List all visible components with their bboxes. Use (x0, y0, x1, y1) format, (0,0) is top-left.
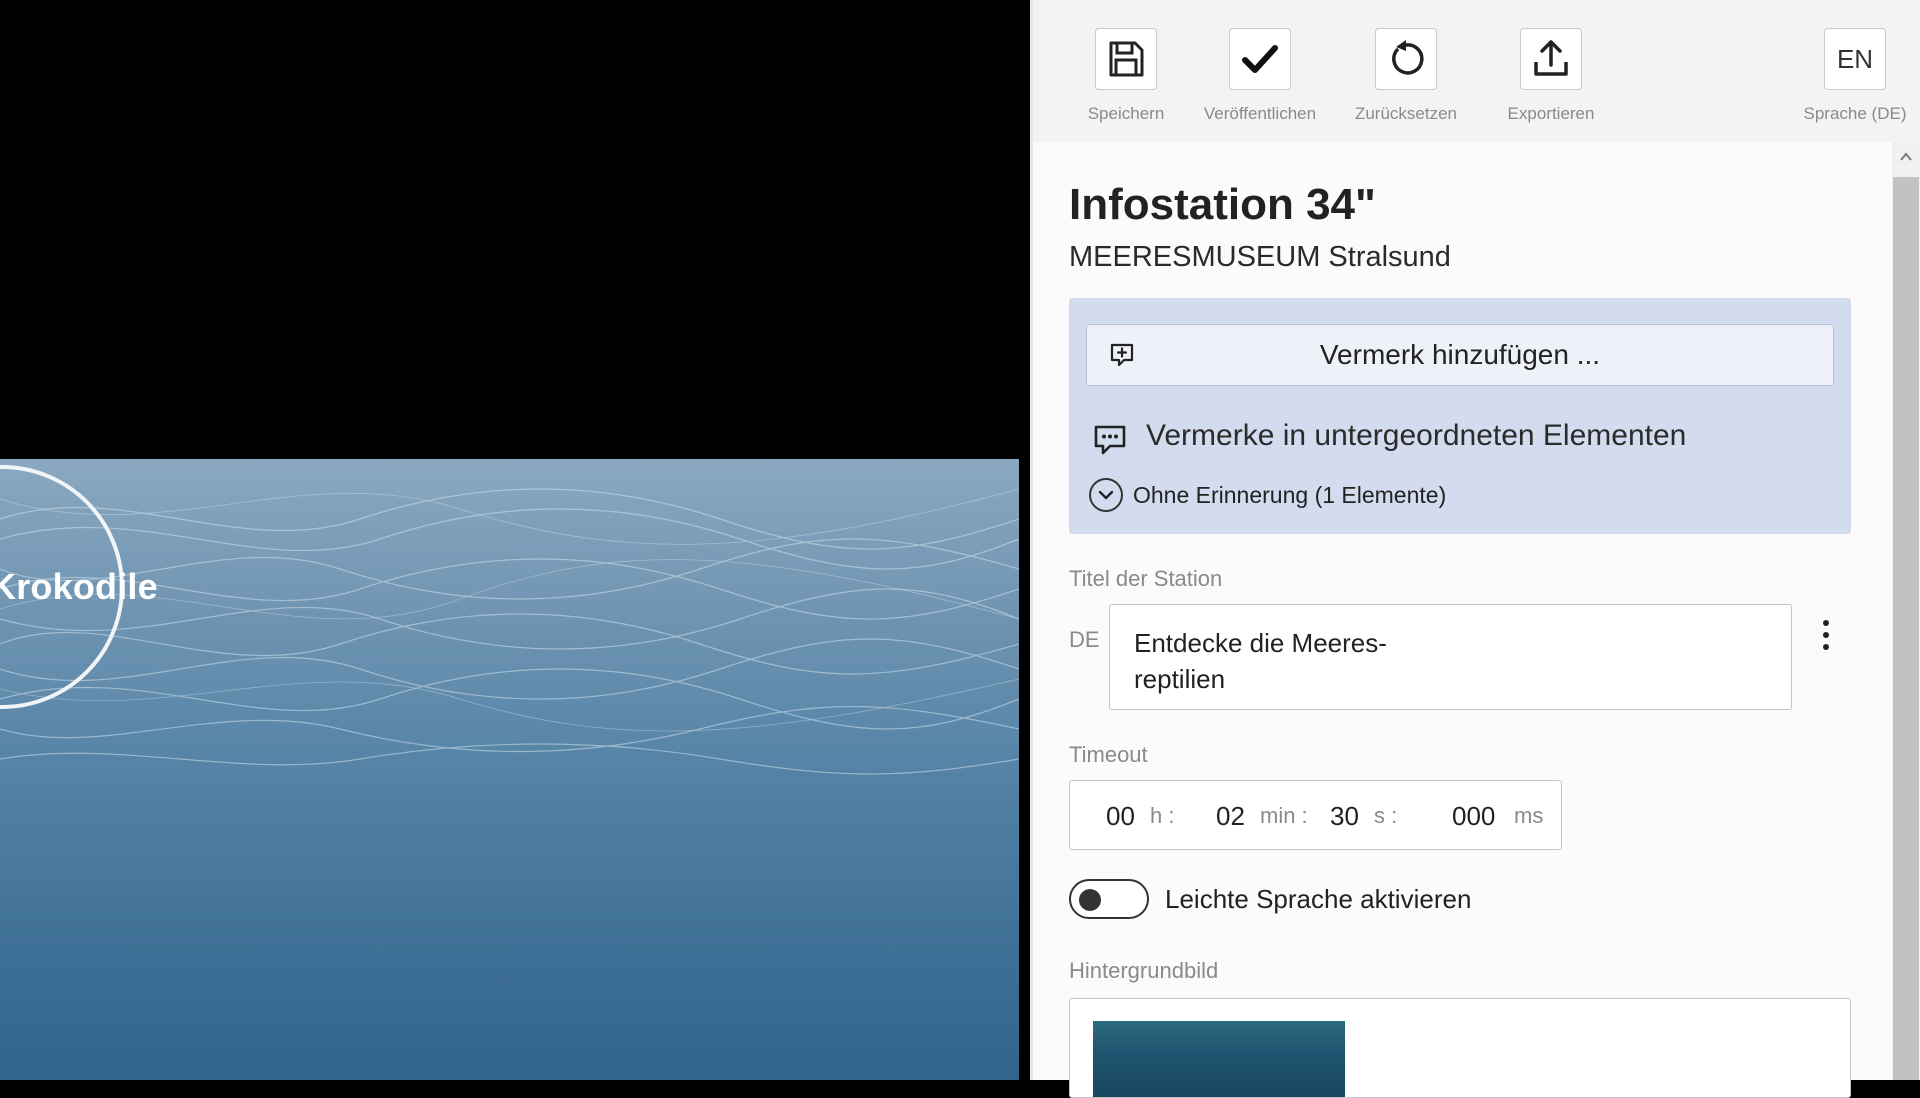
wave-pattern (0, 488, 1019, 775)
no-reminder-group-label[interactable]: Ohne Erinnerung (1 Elemente) (1133, 482, 1446, 509)
save-label: Speichern (1087, 104, 1165, 123)
background-image-field[interactable] (1069, 998, 1851, 1098)
station-title-line-2: reptilien (1134, 664, 1226, 694)
add-note-label: Vermerk hinzufügen ... (1319, 339, 1601, 370)
preview-area: Krokodile (0, 0, 1030, 1080)
language-button[interactable]: EN (1824, 28, 1886, 90)
background-image-thumbnail[interactable] (1093, 1021, 1345, 1097)
timeout-seconds[interactable]: 30 (1330, 801, 1359, 832)
add-note-button[interactable]: Vermerk hinzufügen ... (1086, 324, 1834, 386)
save-tool[interactable]: Speichern (1071, 28, 1181, 124)
timeout-ms-unit: ms (1514, 803, 1544, 828)
preview-canvas: Krokodile (0, 459, 1019, 1080)
timeout-ms[interactable]: 000 (1452, 801, 1495, 832)
station-title-input[interactable]: Entdecke die Meeres- reptilien (1109, 604, 1792, 710)
station-title-lang-tag: DE (1069, 627, 1100, 652)
publish-button[interactable] (1229, 28, 1291, 90)
more-options-icon[interactable] (1821, 618, 1831, 652)
topic-bubble-label: Krokodile (0, 566, 158, 607)
reset-tool[interactable]: Zurücksetzen (1341, 28, 1471, 124)
toggle-knob (1079, 889, 1101, 911)
reset-label: Zurücksetzen (1354, 104, 1458, 123)
language-button-text: EN (1836, 43, 1874, 74)
expand-toggle[interactable] (1089, 478, 1123, 512)
properties-content: Infostation 34" MEERESMUSEUM Stralsund V… (1033, 142, 1892, 1098)
sub-notes-heading: Vermerke in untergeordneten Elementen (1146, 419, 1687, 452)
timeout-input: 00 h : 02 min : 30 s : 000 ms (1069, 780, 1562, 850)
station-title-line-1: Entdecke die Meeres- (1134, 628, 1387, 658)
chevron-down-icon (1098, 490, 1114, 500)
timeout-seconds-unit: s : (1374, 803, 1398, 828)
page-title: Infostation 34" (1069, 180, 1376, 229)
scrollbar[interactable] (1892, 142, 1920, 1080)
language-tool[interactable]: EN Sprache (DE) (1795, 28, 1915, 124)
background-image-label: Hintergrundbild (1069, 958, 1219, 983)
station-title-label: Titel der Station (1069, 566, 1223, 591)
floppy-disk-icon (1109, 41, 1144, 77)
reset-button[interactable] (1375, 28, 1437, 90)
save-button[interactable] (1095, 28, 1157, 90)
timeout-minutes-unit: min : (1260, 803, 1308, 828)
undo-arrow-icon (1392, 40, 1424, 75)
export-tool[interactable]: Exportieren (1491, 28, 1611, 124)
scroll-up-arrow-icon[interactable] (1899, 150, 1913, 164)
export-label: Exportieren (1507, 104, 1595, 123)
timeout-hours[interactable]: 00 (1106, 801, 1135, 832)
timeout-hours-unit: h : (1150, 803, 1175, 828)
scrollbar-thumb[interactable] (1893, 177, 1919, 1080)
page-subtitle: MEERESMUSEUM Stralsund (1069, 241, 1451, 273)
upload-icon (1534, 40, 1568, 76)
checkmark-icon (1242, 45, 1278, 73)
timeout-label: Timeout (1069, 742, 1148, 767)
toolbar: Speichern Veröffentlichen Zurücksetzen E… (1033, 0, 1920, 140)
language-label: Sprache (DE) (1803, 104, 1907, 123)
publish-label: Veröffentlichen (1203, 104, 1317, 123)
comment-dots-icon (1094, 425, 1126, 455)
easy-language-toggle[interactable] (1069, 879, 1149, 919)
properties-panel: Speichern Veröffentlichen Zurücksetzen E… (1033, 0, 1920, 1098)
timeout-minutes[interactable]: 02 (1216, 801, 1245, 832)
export-button[interactable] (1520, 28, 1582, 90)
easy-language-label: Leichte Sprache aktivieren (1165, 884, 1472, 914)
notes-section: Vermerk hinzufügen ... Vermerke in unter… (1069, 298, 1851, 534)
publish-tool[interactable]: Veröffentlichen (1195, 28, 1325, 124)
